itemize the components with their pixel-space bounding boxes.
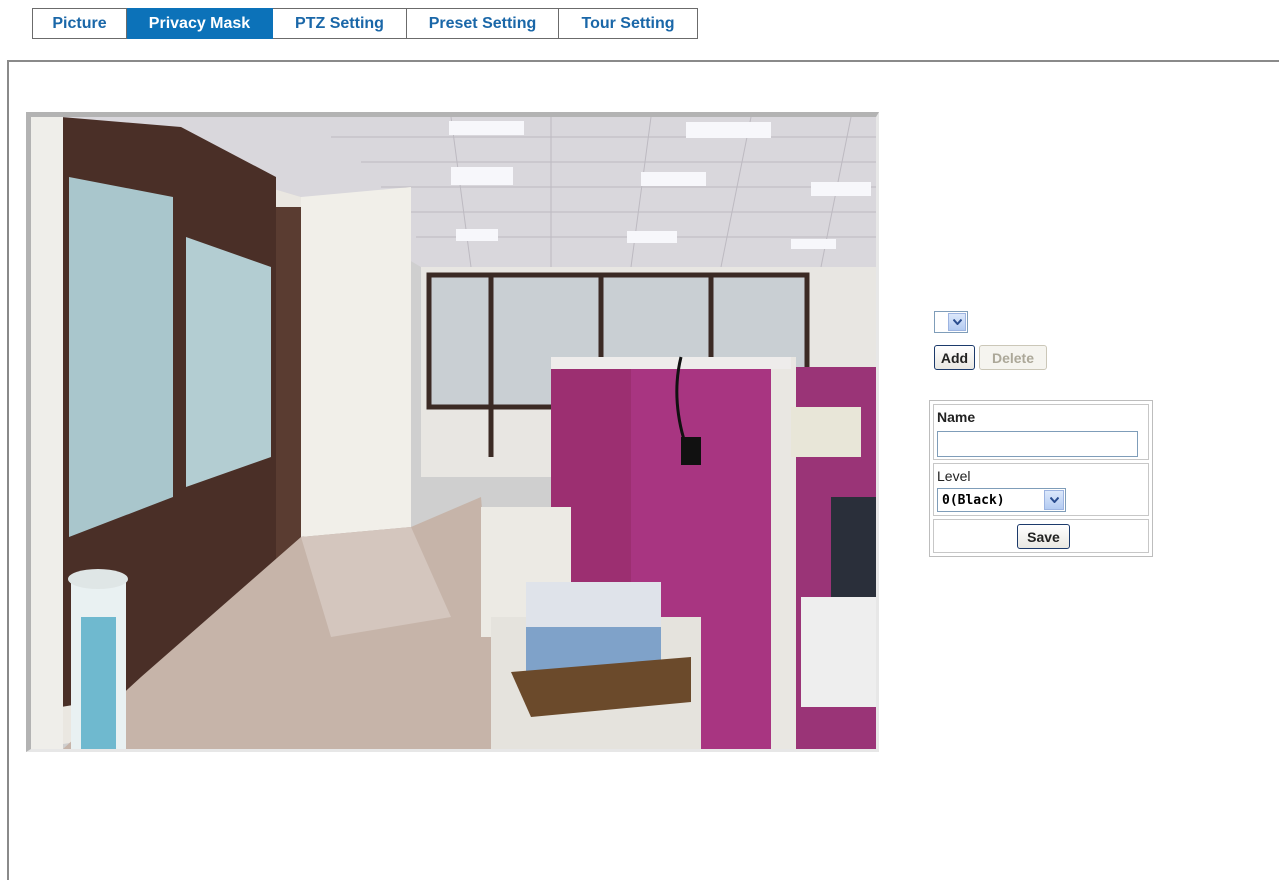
mask-select[interactable] [934, 311, 968, 333]
level-cell: Level 0(Black) [933, 463, 1149, 516]
mask-edit-panel: Name Level 0(Black) Save [929, 400, 1153, 557]
save-button[interactable]: Save [1017, 524, 1070, 549]
name-cell: Name [933, 404, 1149, 460]
tab-bar: Picture Privacy Mask PTZ Setting Preset … [32, 8, 698, 39]
chevron-down-icon[interactable] [948, 313, 966, 331]
level-select-value: 0(Black) [942, 493, 1005, 508]
add-button[interactable]: Add [934, 345, 975, 370]
tab-tour-setting[interactable]: Tour Setting [559, 8, 698, 39]
tab-ptz-setting[interactable]: PTZ Setting [273, 8, 407, 39]
tab-picture[interactable]: Picture [32, 8, 127, 39]
delete-button[interactable]: Delete [979, 345, 1047, 370]
name-label: Name [937, 409, 976, 425]
chevron-down-icon[interactable] [1044, 490, 1064, 510]
live-video-view[interactable] [26, 112, 879, 752]
video-image [31, 117, 876, 749]
level-label: Level [937, 468, 971, 484]
name-input[interactable] [937, 431, 1138, 457]
tab-privacy-mask[interactable]: Privacy Mask [127, 8, 273, 39]
level-select[interactable]: 0(Black) [937, 488, 1066, 512]
save-cell: Save [933, 519, 1149, 553]
tab-preset-setting[interactable]: Preset Setting [407, 8, 559, 39]
